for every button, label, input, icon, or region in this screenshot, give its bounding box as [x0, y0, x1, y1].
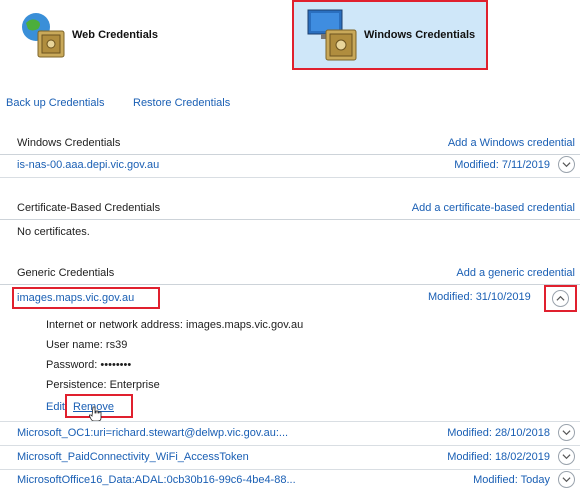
chevron-down-icon[interactable]	[558, 471, 575, 488]
section-title: Windows Credentials	[17, 137, 121, 149]
remove-button-box[interactable]: Remove	[65, 394, 133, 422]
credential-modified: Modified: 31/10/2019	[428, 291, 531, 303]
credential-modified: Modified: Today	[473, 474, 550, 486]
section-title: Certificate-Based Credentials	[17, 202, 161, 214]
chevron-down-icon[interactable]	[558, 448, 575, 465]
add-generic-credential-link[interactable]: Add a generic credential	[456, 267, 575, 279]
edit-link[interactable]: Edit	[46, 401, 65, 413]
hand-cursor-icon	[88, 406, 103, 422]
chevron-down-icon[interactable]	[558, 156, 575, 173]
expanded-credential-name-box[interactable]: images.maps.vic.gov.au	[12, 287, 160, 309]
credential-modified: Modified: 7/11/2019	[454, 159, 550, 171]
credential-name: MicrosoftOffice16_Data:ADAL:0cb30b16-99c…	[17, 474, 296, 486]
globe-safe-icon	[18, 9, 70, 61]
windows-credentials-section-header: Windows Credentials Add a Windows creden…	[0, 134, 580, 155]
web-credentials-tile[interactable]: Web Credentials	[18, 0, 218, 70]
no-certificates-text: No certificates.	[17, 226, 90, 238]
windows-credentials-tile[interactable]: Windows Credentials	[292, 0, 488, 70]
section-title: Generic Credentials	[17, 267, 115, 279]
credential-name: Microsoft_PaidConnectivity_WiFi_AccessTo…	[17, 451, 249, 463]
add-certificate-credential-link[interactable]: Add a certificate-based credential	[412, 202, 575, 214]
credential-name: Microsoft_OC1:uri=richard.stewart@delwp.…	[17, 427, 289, 439]
back-up-credentials-link[interactable]: Back up Credentials	[6, 97, 104, 109]
add-windows-credential-link[interactable]: Add a Windows credential	[448, 137, 575, 149]
monitor-safe-icon	[304, 6, 362, 64]
certificate-credentials-section-header: Certificate-Based Credentials Add a cert…	[0, 199, 580, 220]
credential-row[interactable]: Microsoft_PaidConnectivity_WiFi_AccessTo…	[0, 446, 580, 470]
credential-name: images.maps.vic.gov.au	[17, 292, 135, 304]
internet-address-detail: Internet or network address: images.maps…	[46, 319, 304, 331]
credential-row[interactable]: is-nas-00.aaa.depi.vic.gov.au Modified: …	[0, 154, 580, 178]
chevron-down-icon[interactable]	[558, 424, 575, 441]
credential-row[interactable]: Microsoft_OC1:uri=richard.stewart@delwp.…	[0, 422, 580, 446]
user-name-detail: User name: rs39	[46, 339, 128, 351]
persistence-detail: Persistence: Enterprise	[46, 379, 160, 391]
password-detail: Password: ••••••••	[46, 359, 132, 371]
web-credentials-label: Web Credentials	[72, 29, 158, 41]
credential-name: is-nas-00.aaa.depi.vic.gov.au	[17, 159, 160, 171]
windows-credentials-label: Windows Credentials	[364, 29, 476, 41]
chevron-up-icon	[552, 290, 569, 307]
generic-credentials-section-header: Generic Credentials Add a generic creden…	[0, 264, 580, 285]
collapse-button[interactable]	[544, 285, 577, 312]
restore-credentials-link[interactable]: Restore Credentials	[133, 97, 230, 109]
credential-modified: Modified: 18/02/2019	[447, 451, 550, 463]
credential-row[interactable]: MicrosoftOffice16_Data:ADAL:0cb30b16-99c…	[0, 469, 580, 492]
credential-modified: Modified: 28/10/2018	[447, 427, 550, 439]
